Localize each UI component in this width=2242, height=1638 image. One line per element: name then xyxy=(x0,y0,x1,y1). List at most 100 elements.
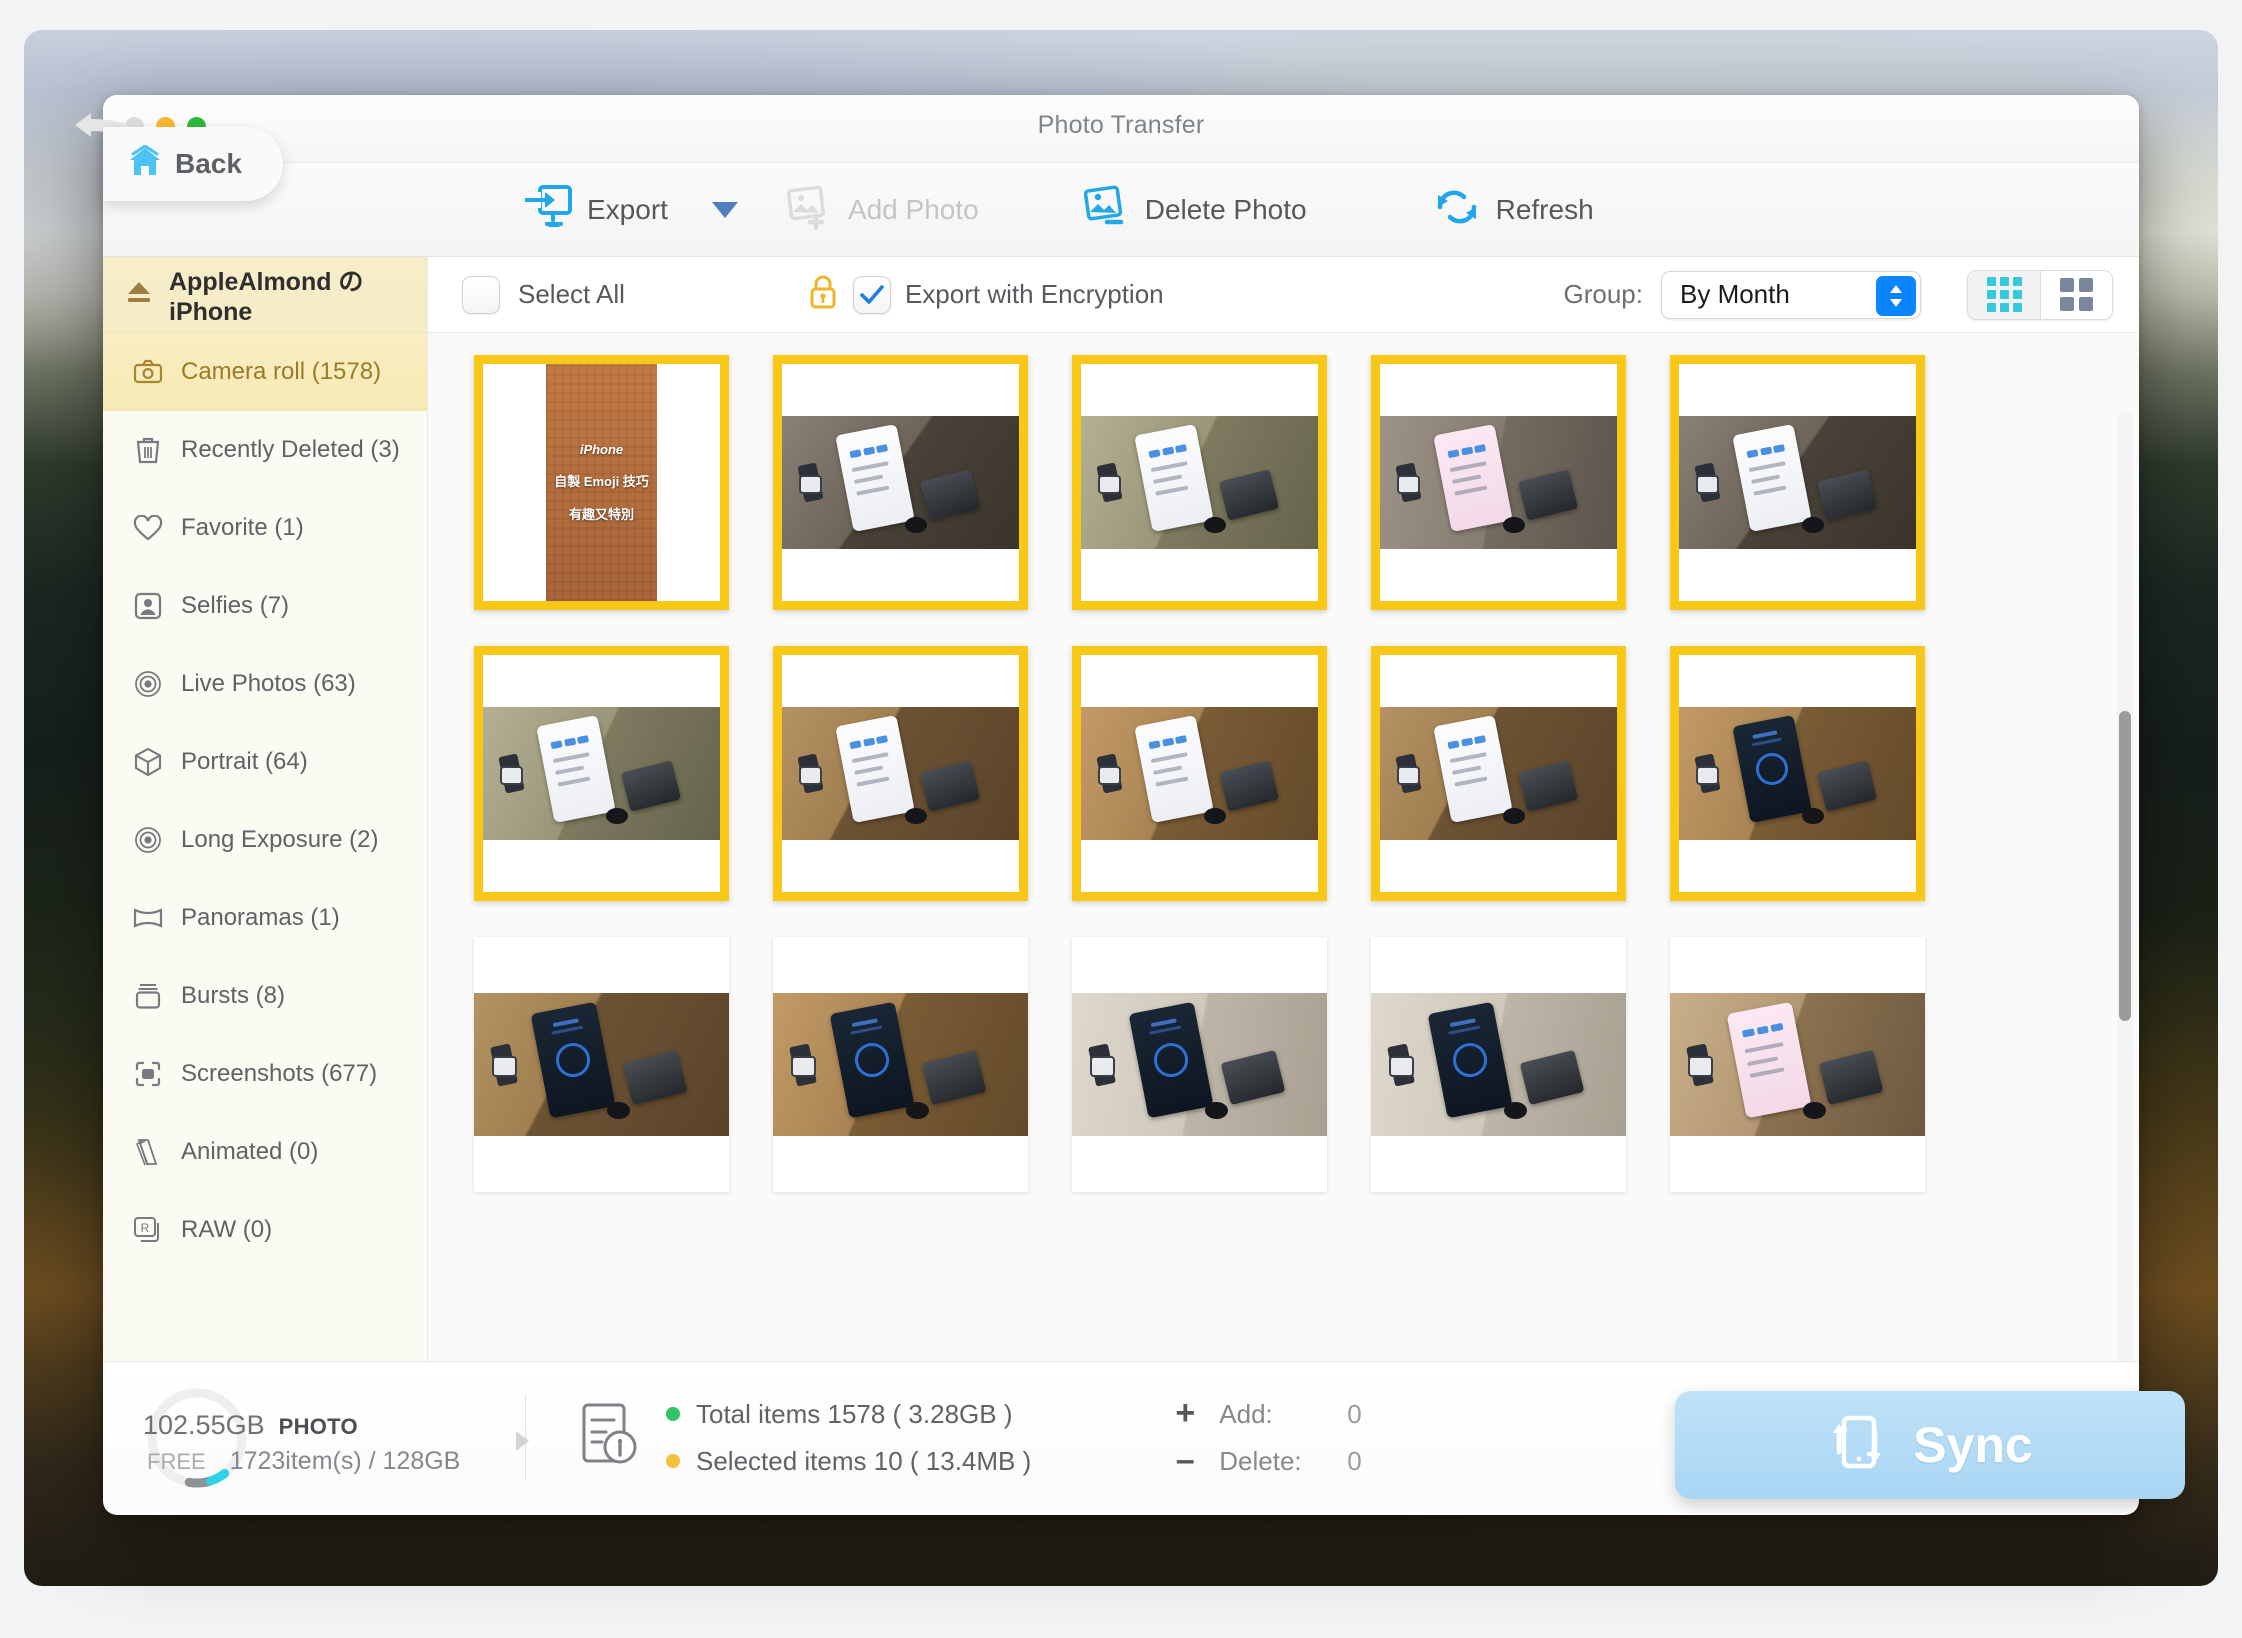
thumbnail-phone-ssd-wood-2[interactable] xyxy=(1072,355,1327,610)
caret-down-icon[interactable] xyxy=(711,201,738,218)
watch-device xyxy=(1089,1055,1116,1078)
sidebar-item-panoramas[interactable]: Panoramas (1) xyxy=(103,879,427,957)
thumbnail-phone-speed-seat-2[interactable] xyxy=(1371,937,1626,1192)
sidebar-item-label: Long Exposure (2) xyxy=(181,826,379,853)
thumbnail-inner xyxy=(1679,364,1916,601)
sidebar-item-bursts[interactable]: Bursts (8) xyxy=(103,957,427,1035)
photo-image xyxy=(1679,416,1916,549)
eject-icon[interactable] xyxy=(125,279,153,310)
sidebar-item-portrait[interactable]: Portrait (64) xyxy=(103,723,427,801)
ssd-device xyxy=(1519,1049,1585,1105)
select-all-checkbox[interactable] xyxy=(462,275,500,314)
phone-device xyxy=(1731,424,1812,533)
svg-text:R: R xyxy=(141,1221,150,1235)
stepper-icon[interactable] xyxy=(1876,275,1916,316)
watch-device xyxy=(798,765,823,786)
watch-device xyxy=(491,1055,518,1078)
sidebar-item-live-photos[interactable]: Live Photos (63) xyxy=(103,645,427,723)
sync-button[interactable]: Sync xyxy=(1675,1391,2185,1499)
free-space-value: 102.55GB xyxy=(143,1409,265,1440)
lock-icon xyxy=(807,273,839,316)
photo-image xyxy=(782,707,1019,840)
watch-device xyxy=(1396,765,1421,786)
delete-photo-button[interactable]: Delete Photo xyxy=(1079,184,1307,235)
thumbnail-phone-list-wood-3[interactable] xyxy=(1371,646,1626,901)
selected-items-bullet xyxy=(666,1454,680,1468)
ssd-device xyxy=(1818,1049,1884,1105)
heart-icon xyxy=(133,513,163,543)
poster-line-2: 自製 Emoji 技巧 xyxy=(554,474,649,489)
app-window: Back Photo Transfer Export Add Photo Del… xyxy=(75,95,2185,1515)
ssd-device xyxy=(1817,759,1878,812)
thumbnail-phone-speed-seat-1[interactable] xyxy=(1072,937,1327,1192)
cable-end xyxy=(1503,1101,1527,1119)
sidebar-item-label: Live Photos (63) xyxy=(181,670,356,697)
watch-device xyxy=(798,474,823,495)
sidebar-item-animated[interactable]: Animated (0) xyxy=(103,1113,427,1191)
thumbnail-phone-speed-wood-3[interactable] xyxy=(773,937,1028,1192)
thumbnail-phone-ssd-wood-1[interactable] xyxy=(773,355,1028,610)
thumbnail-inner xyxy=(483,655,720,892)
sidebar-item-camera-roll[interactable]: Camera roll (1578) xyxy=(103,333,427,411)
ssd-device xyxy=(1220,1049,1286,1105)
refresh-button[interactable]: Refresh xyxy=(1432,185,1594,234)
live-photo-icon xyxy=(133,825,163,855)
thumbnail-poster-emoji[interactable]: iPhone 自製 Emoji 技巧 有趣又特別 xyxy=(474,355,729,610)
export-encryption-label: Export with Encryption xyxy=(904,279,1164,309)
content-panel: Select All Export with Encryption Group:… xyxy=(428,257,2139,1361)
watch-device xyxy=(1687,1055,1714,1078)
selected-items-line: Selected items 10 ( 13.4MB ) xyxy=(666,1446,1031,1477)
thumbnail-phone-ssd-wood-3[interactable] xyxy=(1371,355,1626,610)
group-select[interactable]: By Month xyxy=(1661,270,1921,319)
total-items-line: Total items 1578 ( 3.28GB ) xyxy=(666,1399,1031,1430)
sidebar-item-screenshots[interactable]: Screenshots (677) xyxy=(103,1035,427,1113)
grid-small-icon[interactable] xyxy=(1968,270,2040,319)
sidebar: AppleAlmond の iPhone Camera roll (1578) R… xyxy=(103,257,428,1361)
thumbnail-phone-speed-wood-1[interactable] xyxy=(1670,646,1925,901)
thumbnail-phone-list-wood-1[interactable] xyxy=(773,646,1028,901)
export-encryption-checkbox[interactable] xyxy=(852,275,891,314)
panorama-icon xyxy=(133,903,163,933)
back-button[interactable]: Back xyxy=(103,127,283,201)
live-photo-icon xyxy=(133,669,163,699)
thumbnail-phone-speed-wood-2[interactable] xyxy=(474,937,729,1192)
camera-icon xyxy=(133,357,163,387)
thumbnail-inner: iPhone 自製 Emoji 技巧 有趣又特別 xyxy=(483,364,720,601)
export-button[interactable]: Export xyxy=(523,184,668,235)
thumbnail-phone-ssd-wood-4[interactable] xyxy=(1670,355,1925,610)
selected-items-label: Selected items 10 ( 13.4MB ) xyxy=(696,1445,1032,1476)
sidebar-item-raw[interactable]: R RAW (0) xyxy=(103,1191,427,1269)
sidebar-item-selfies[interactable]: Selfies (7) xyxy=(103,567,427,645)
phone-device xyxy=(834,715,915,824)
burst-icon xyxy=(133,981,163,1011)
ssd-device xyxy=(1518,468,1579,521)
export-icon xyxy=(523,184,573,235)
vertical-scrollbar[interactable] xyxy=(2117,411,2133,1361)
phone-device xyxy=(1427,1002,1514,1119)
add-photo-button[interactable]: Add Photo xyxy=(782,184,979,235)
storage-summary: 102.55GB PHOTO FREE 1723item(s) / 128GB xyxy=(129,1384,509,1492)
sidebar-item-label: Portrait (64) xyxy=(181,748,308,775)
scrollbar-thumb[interactable] xyxy=(2119,711,2131,1021)
device-header[interactable]: AppleAlmond の iPhone xyxy=(103,257,427,333)
photo-image xyxy=(1072,993,1327,1136)
sidebar-item-recently-deleted[interactable]: Recently Deleted (3) xyxy=(103,411,427,489)
phone-device xyxy=(535,715,616,824)
content-header: Select All Export with Encryption Group:… xyxy=(428,257,2139,333)
thumbnail-phone-list-wood-2[interactable] xyxy=(1072,646,1327,901)
cable-end xyxy=(606,808,628,824)
thumbnail-phone-watch-desk-1[interactable] xyxy=(474,646,729,901)
watch-device xyxy=(1396,474,1421,495)
phone-device xyxy=(530,1002,617,1119)
thumbnail-phone-pink-desk-1[interactable] xyxy=(1670,937,1925,1192)
delete-count-line: – Delete: 0 xyxy=(1167,1443,1362,1477)
thumbnail-inner xyxy=(1679,655,1916,892)
expand-arrow-icon[interactable] xyxy=(516,1430,529,1451)
toolbar: Export Add Photo Delete Photo Refresh xyxy=(103,163,2139,257)
ssd-device xyxy=(1219,468,1280,521)
sidebar-item-favorite[interactable]: Favorite (1) xyxy=(103,489,427,567)
grid-large-icon[interactable] xyxy=(2040,270,2112,319)
sidebar-item-long-exposure[interactable]: Long Exposure (2) xyxy=(103,801,427,879)
transfer-stats: Total items 1578 ( 3.28GB ) Selected ite… xyxy=(578,1396,1362,1478)
photo-image xyxy=(782,416,1019,549)
